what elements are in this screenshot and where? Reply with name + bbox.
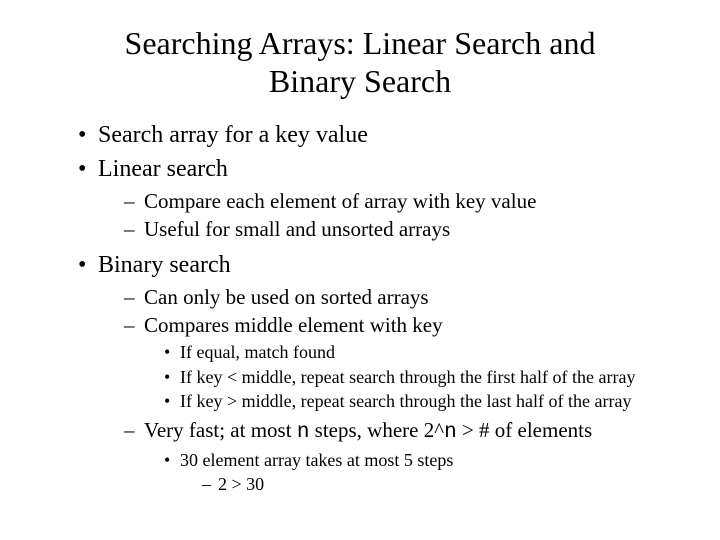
bullet-linear-search-label: Linear search — [98, 156, 228, 182]
slide-title: Searching Arrays: Linear Search and Bina… — [88, 24, 632, 101]
bullet-binary-search-label: Binary search — [98, 252, 231, 278]
example-30: 30 element array takes at most 5 steps 2… — [164, 449, 672, 497]
slide: Searching Arrays: Linear Search and Bina… — [0, 0, 720, 540]
linear-compare: Compare each element of array with key v… — [124, 188, 672, 215]
binary-sorted-only: Can only be used on sorted arrays — [124, 284, 672, 311]
binary-compares-middle-label: Compares middle element with key — [144, 313, 443, 337]
bullet-linear-search: Linear search Compare each element of ar… — [78, 153, 672, 243]
example-2-gt-30: 2 > 30 — [202, 473, 672, 496]
fast-n1: n — [297, 421, 310, 444]
fast-mid: steps, where 2^ — [309, 418, 444, 442]
binary-compares-middle: Compares middle element with key If equa… — [124, 312, 672, 413]
bullet-list: Search array for a key value Linear sear… — [78, 119, 672, 497]
binary-search-sublist: Can only be used on sorted arrays Compar… — [124, 284, 672, 497]
example-30-sub: 2 > 30 — [202, 473, 672, 496]
linear-useful: Useful for small and unsorted arrays — [124, 216, 672, 243]
fast-n2: n — [444, 421, 457, 444]
bullet-search-array: Search array for a key value — [78, 119, 672, 151]
linear-search-sublist: Compare each element of array with key v… — [124, 188, 672, 244]
bullet-binary-search: Binary search Can only be used on sorted… — [78, 249, 672, 496]
case-key-less: If key < middle, repeat search through t… — [164, 366, 672, 389]
binary-cases-list: If equal, match found If key < middle, r… — [164, 341, 672, 413]
fast-pre: Very fast; at most — [144, 418, 297, 442]
case-key-greater: If key > middle, repeat search through t… — [164, 390, 672, 413]
fast-post: > # of elements — [457, 418, 592, 442]
binary-very-fast: Very fast; at most n steps, where 2^n > … — [124, 417, 672, 496]
example-30-label: 30 element array takes at most 5 steps — [180, 450, 453, 470]
case-equal: If equal, match found — [164, 341, 672, 364]
fast-example-list: 30 element array takes at most 5 steps 2… — [164, 449, 672, 497]
